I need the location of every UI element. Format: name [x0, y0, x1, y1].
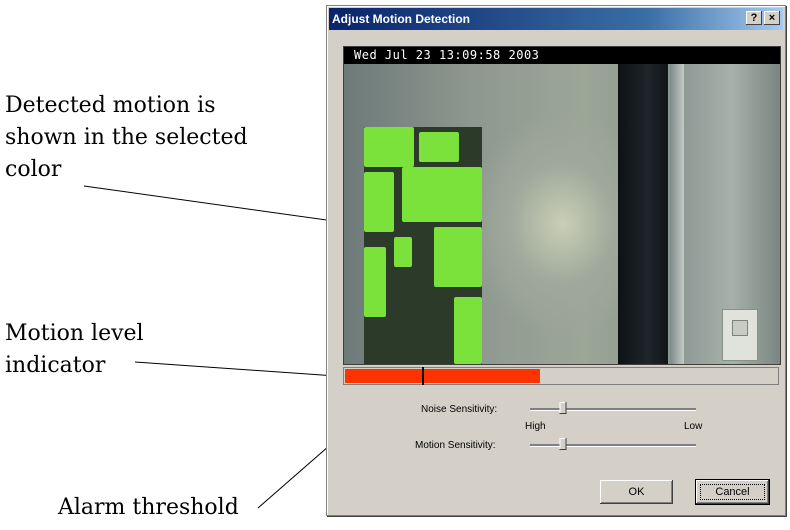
timestamp-bar: Wed Jul 23 13:09:58 2003 [344, 47, 780, 64]
motion-highlight [394, 237, 412, 267]
callout-line: shown in the selected [5, 125, 248, 150]
title-bar[interactable]: Adjust Motion Detection ? × [329, 8, 783, 30]
noise-sensitivity-thumb[interactable] [559, 402, 567, 414]
motion-highlight [364, 127, 414, 167]
light-switch [722, 309, 758, 361]
door-edge [670, 64, 684, 364]
close-button[interactable]: × [764, 11, 780, 25]
motion-highlight [434, 227, 482, 287]
camera-preview: Wed Jul 23 13:09:58 2003 [343, 46, 781, 365]
motion-highlight [419, 132, 459, 162]
motion-sensitivity-thumb[interactable] [559, 438, 567, 450]
moving-person [364, 127, 482, 364]
motion-highlight [454, 297, 482, 364]
detected-motion-callout: Detected motion is shown in the selected… [5, 90, 248, 186]
cancel-button[interactable]: Cancel [695, 479, 770, 505]
callout-line: color [5, 157, 62, 182]
callout-line: Detected motion is [5, 93, 216, 118]
ok-button[interactable]: OK [600, 480, 673, 504]
motion-level-callout: Motion level indicator [5, 318, 144, 382]
scale-high-label: High [525, 421, 546, 432]
adjust-motion-detection-dialog: Adjust Motion Detection ? × Wed Jul 23 1… [326, 5, 786, 516]
motion-level-pointer [134, 361, 337, 377]
motion-sensitivity-slider[interactable] [530, 438, 696, 451]
cancel-button-label: Cancel [700, 484, 765, 500]
noise-sensitivity-label: Noise Sensitivity: [421, 404, 498, 415]
dialog-title: Adjust Motion Detection [332, 12, 470, 26]
slider-track [530, 444, 696, 447]
motion-level-fill [345, 369, 540, 383]
motion-level-indicator [343, 367, 779, 385]
scale-low-label: Low [684, 421, 703, 432]
slider-track [530, 408, 696, 411]
motion-highlight [402, 167, 482, 222]
door-frame [618, 64, 668, 364]
timestamp: Wed Jul 23 13:09:58 2003 [354, 48, 540, 62]
callout-line: Motion level [5, 321, 144, 346]
help-button[interactable]: ? [746, 11, 762, 25]
callout-line: indicator [5, 353, 106, 378]
motion-highlight [364, 247, 386, 317]
motion-sensitivity-label: Motion Sensitivity: [415, 440, 496, 451]
alarm-threshold-marker[interactable] [422, 367, 424, 385]
alarm-threshold-callout: Alarm threshold [58, 495, 239, 520]
noise-sensitivity-slider[interactable] [530, 402, 696, 415]
motion-highlight [364, 172, 394, 232]
